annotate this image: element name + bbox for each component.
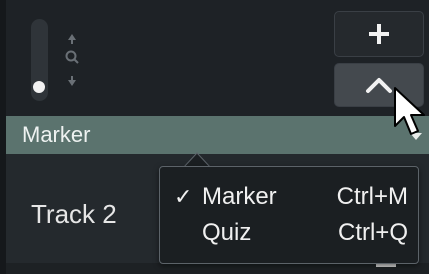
check-icon: ✓ (174, 184, 193, 209)
track-divider (6, 263, 429, 274)
plus-icon (369, 24, 389, 44)
menu-item-shortcut: Ctrl+Q (337, 219, 408, 246)
track-name: Track 2 (31, 199, 117, 229)
add-track-button[interactable] (334, 11, 424, 57)
marker-type-menu: ✓ Marker Ctrl+M Quiz Ctrl+Q (159, 166, 419, 264)
zoom-icon (65, 34, 79, 86)
menu-item-marker[interactable]: ✓ Marker Ctrl+M (160, 179, 418, 215)
menu-item-shortcut: Ctrl+M (336, 183, 408, 210)
menu-item-quiz[interactable]: Quiz Ctrl+Q (160, 215, 418, 251)
chevron-up-icon (366, 78, 392, 93)
marker-track-label: Marker (22, 122, 91, 147)
menu-item-label: Marker (202, 183, 277, 210)
zoom-slider-thumb[interactable] (33, 81, 45, 93)
mouse-pointer-icon (394, 87, 425, 135)
menu-item-label: Quiz (202, 219, 252, 246)
